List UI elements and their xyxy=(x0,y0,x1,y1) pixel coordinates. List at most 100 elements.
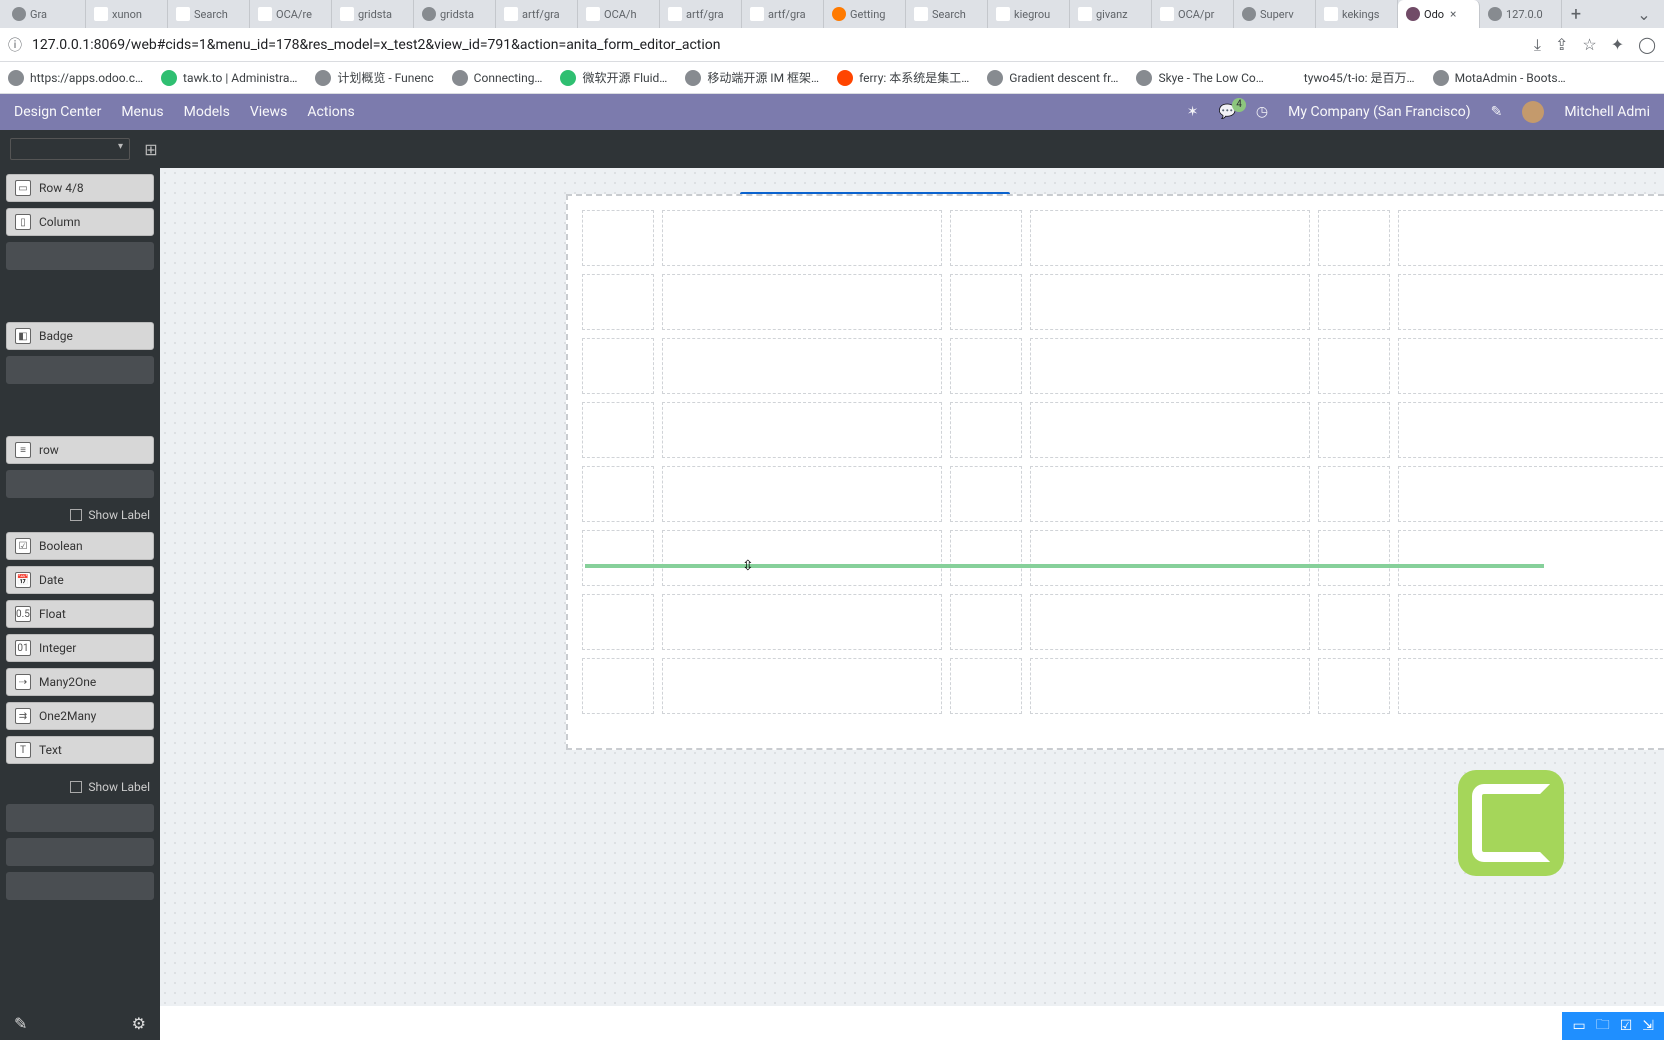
profile-icon[interactable]: ◯ xyxy=(1638,35,1656,55)
value-cell[interactable] xyxy=(1398,530,1664,586)
browser-tab[interactable]: OCA/h xyxy=(578,0,660,28)
bookmark-item[interactable]: 移动端开源 IM 框架… xyxy=(685,69,819,86)
brush-icon[interactable]: ✎ xyxy=(14,1014,27,1033)
value-cell[interactable] xyxy=(1030,402,1310,458)
url-input[interactable] xyxy=(32,37,1524,53)
palette-field-float[interactable]: 0.5Float xyxy=(6,600,154,628)
label-cell[interactable] xyxy=(950,658,1022,714)
browser-tab[interactable]: artf/gra xyxy=(496,0,578,28)
palette-column[interactable]: ▯ Column xyxy=(6,208,154,236)
value-cell[interactable] xyxy=(1398,466,1664,522)
browser-tab[interactable]: gridsta xyxy=(332,0,414,28)
gear-icon[interactable]: ⚙ xyxy=(132,1014,146,1033)
browser-tab[interactable]: artf/gra xyxy=(742,0,824,28)
extensions-icon[interactable]: ✦ xyxy=(1611,35,1624,55)
browser-tab[interactable]: Superv xyxy=(1234,0,1316,28)
value-cell[interactable] xyxy=(1030,658,1310,714)
palette-layout-row[interactable]: ≡ row xyxy=(6,436,154,464)
browser-tab[interactable]: gridsta xyxy=(414,0,496,28)
nav-design-center[interactable]: Design Center xyxy=(14,104,101,120)
value-cell[interactable] xyxy=(662,402,942,458)
bookmark-item[interactable]: Gradient descent fr… xyxy=(987,70,1118,86)
grid-row[interactable] xyxy=(582,274,1664,330)
value-cell[interactable] xyxy=(1398,338,1664,394)
value-cell[interactable] xyxy=(1398,594,1664,650)
clock-icon[interactable]: ◷ xyxy=(1256,104,1268,120)
user-name[interactable]: Mitchell Admi xyxy=(1564,104,1650,120)
browser-tab[interactable]: Getting xyxy=(824,0,906,28)
user-avatar[interactable] xyxy=(1522,101,1544,123)
browser-tab[interactable]: 127.0.0 xyxy=(1480,0,1562,28)
value-cell[interactable] xyxy=(662,210,942,266)
bookmark-item[interactable]: 计划概览 - Funenc xyxy=(315,69,433,86)
label-cell[interactable] xyxy=(950,338,1022,394)
label-cell[interactable] xyxy=(1318,466,1390,522)
browser-tab[interactable]: Gra xyxy=(4,0,86,28)
check-icon[interactable]: ☑ xyxy=(1620,1018,1633,1034)
nav-menus[interactable]: Menus xyxy=(121,104,163,120)
grid-row[interactable] xyxy=(582,210,1664,266)
browser-tab[interactable]: Search xyxy=(906,0,988,28)
show-label-toggle[interactable]: Show Label xyxy=(6,504,154,526)
label-cell[interactable] xyxy=(582,338,654,394)
nav-models[interactable]: Models xyxy=(184,104,230,120)
browser-tab[interactable]: OCA/re xyxy=(250,0,332,28)
label-cell[interactable] xyxy=(1318,530,1390,586)
label-cell[interactable] xyxy=(950,530,1022,586)
browser-tab[interactable]: Odo× xyxy=(1398,0,1480,28)
browser-tab[interactable]: kekings xyxy=(1316,0,1398,28)
star-icon[interactable]: ✶ xyxy=(1187,104,1199,120)
element-dropdown[interactable] xyxy=(10,138,130,160)
label-cell[interactable] xyxy=(582,466,654,522)
bookmark-item[interactable]: tywo45/t-io: 是百万… xyxy=(1282,69,1415,86)
value-cell[interactable] xyxy=(1398,274,1664,330)
label-cell[interactable] xyxy=(1318,210,1390,266)
label-cell[interactable] xyxy=(1318,658,1390,714)
site-info-icon[interactable]: ⓘ xyxy=(8,35,22,55)
value-cell[interactable] xyxy=(662,658,942,714)
palette-field-text[interactable]: TText xyxy=(6,736,154,764)
share-icon[interactable]: ⇪ xyxy=(1555,35,1568,55)
close-tab-icon[interactable]: × xyxy=(1450,7,1456,21)
value-cell[interactable] xyxy=(1030,466,1310,522)
value-cell[interactable] xyxy=(662,466,942,522)
browser-tab[interactable]: artf/gra xyxy=(660,0,742,28)
label-cell[interactable] xyxy=(582,210,654,266)
bookmark-item[interactable]: 微软开源 Fluid… xyxy=(560,69,667,86)
palette-field-integer[interactable]: 01Integer xyxy=(6,634,154,662)
design-canvas[interactable]: ▥ ▦ ▤ ▩ ↑ ✥ ⧉ 🗑 ⊗ ⑂ xyxy=(160,168,1664,1006)
browser-tab[interactable]: Search xyxy=(168,0,250,28)
form-frame[interactable] xyxy=(566,194,1664,750)
value-cell[interactable] xyxy=(662,594,942,650)
folder-icon[interactable]: 🗀 xyxy=(1596,1014,1610,1038)
grid-row[interactable] xyxy=(582,466,1664,522)
value-cell[interactable] xyxy=(1398,402,1664,458)
label-cell[interactable] xyxy=(582,594,654,650)
value-cell[interactable] xyxy=(1030,338,1310,394)
label-cell[interactable] xyxy=(950,274,1022,330)
value-cell[interactable] xyxy=(1398,210,1664,266)
edit-icon[interactable]: ✎ xyxy=(1491,104,1503,120)
palette-field-boolean[interactable]: ☑Boolean xyxy=(6,532,154,560)
grid-row[interactable] xyxy=(582,402,1664,458)
palette-field-many2one[interactable]: ⇢Many2One xyxy=(6,668,154,696)
label-cell[interactable] xyxy=(950,594,1022,650)
palette-badge[interactable]: ◧ Badge xyxy=(6,322,154,350)
value-cell[interactable] xyxy=(1030,274,1310,330)
label-cell[interactable] xyxy=(582,402,654,458)
label-cell[interactable] xyxy=(1318,274,1390,330)
show-label-toggle[interactable]: Show Label xyxy=(6,776,154,798)
label-cell[interactable] xyxy=(950,466,1022,522)
value-cell[interactable] xyxy=(662,530,942,586)
bookmark-item[interactable]: MotaAdmin - Boots… xyxy=(1433,70,1566,86)
nav-views[interactable]: Views xyxy=(250,104,288,120)
grid-row[interactable] xyxy=(582,658,1664,714)
value-cell[interactable] xyxy=(1030,594,1310,650)
components-icon[interactable]: ⊞ xyxy=(140,138,162,160)
label-cell[interactable] xyxy=(582,530,654,586)
bookmark-item[interactable]: Skye - The Low Co… xyxy=(1136,70,1263,86)
browser-tab[interactable]: givanz xyxy=(1070,0,1152,28)
grid-row[interactable] xyxy=(582,338,1664,394)
label-cell[interactable] xyxy=(1318,594,1390,650)
bookmark-item[interactable]: https://apps.odoo.c… xyxy=(8,70,143,86)
